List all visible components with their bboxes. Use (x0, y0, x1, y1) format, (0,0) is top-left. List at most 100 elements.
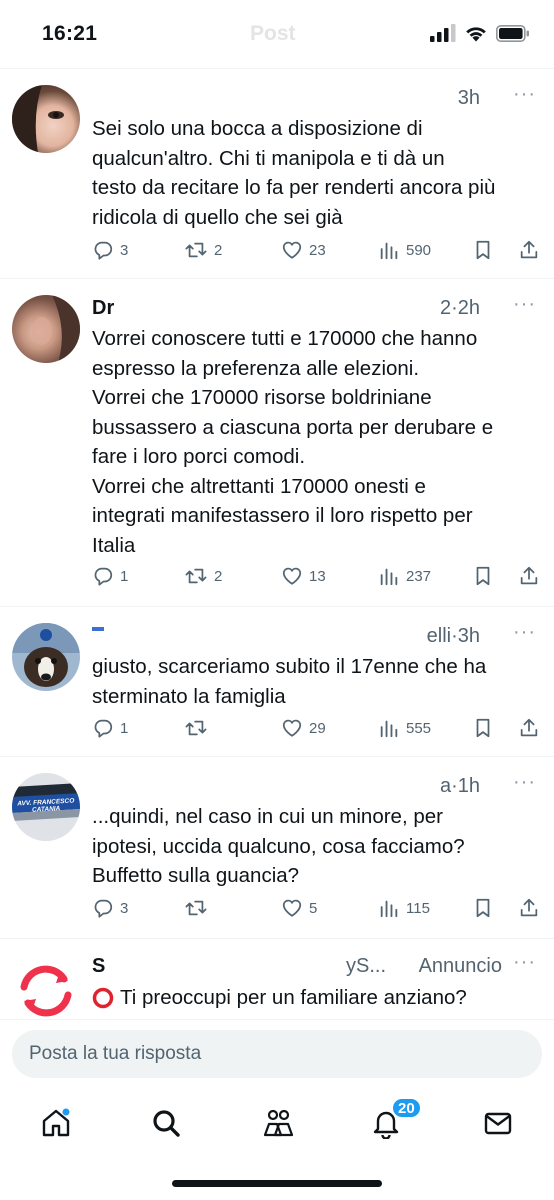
tab-search[interactable] (146, 1103, 186, 1143)
more-options-button[interactable]: ··· (513, 621, 536, 644)
messages-icon (484, 1112, 512, 1135)
tweet-text-line: Italia (92, 533, 136, 557)
share-icon (520, 898, 538, 917)
tweet-time[interactable]: 2·2h (440, 297, 480, 320)
more-options-button[interactable]: ··· (513, 951, 536, 974)
repost-button[interactable] (184, 897, 214, 919)
share-button[interactable] (518, 239, 540, 261)
reply-composer-bar: Posta la tua risposta (0, 1019, 554, 1089)
bookmark-icon (476, 718, 490, 738)
status-time: 16:21 (42, 22, 98, 45)
tweet-text[interactable]: Ti preoccupi per un familiare anziano? (92, 983, 536, 1013)
tweet-header: a·1h ··· (92, 771, 536, 801)
tweet-actions: 1 29 555 (92, 717, 538, 743)
views-button[interactable]: 590 (378, 239, 431, 261)
repost-button[interactable]: 2 (184, 565, 222, 587)
promoted-tweet[interactable]: S yS... Annuncio ··· Ti preoccupi per un… (0, 939, 554, 1019)
tweet-time[interactable]: 3h (458, 87, 480, 110)
author-name[interactable]: S (92, 955, 105, 978)
tab-messages[interactable] (478, 1103, 518, 1143)
tweet-time[interactable]: a·1h (440, 775, 480, 798)
share-icon (520, 240, 538, 259)
bookmark-button[interactable] (472, 717, 494, 739)
reply-tweet[interactable]: 3h ··· Sei solo una bocca a disposizione… (0, 69, 554, 279)
home-indicator[interactable] (172, 1180, 382, 1187)
search-icon (153, 1110, 180, 1137)
home-icon (42, 1108, 70, 1137)
repost-count: 2 (214, 567, 223, 585)
avatar[interactable] (12, 295, 80, 363)
more-options-button[interactable]: ··· (513, 293, 536, 316)
avatar[interactable]: AVV. FRANCESCO CATANIA (12, 773, 80, 841)
avatar[interactable] (12, 623, 80, 691)
like-button[interactable]: 23 (281, 239, 326, 261)
more-options-button[interactable]: ··· (513, 771, 536, 794)
redacted-name (92, 627, 104, 631)
tweet-header: S yS... Annuncio ··· (92, 951, 536, 981)
heart-icon (282, 719, 302, 737)
tweet-text-line: sterminato la famiglia (92, 684, 286, 708)
views-button[interactable]: 115 (378, 897, 430, 919)
author-handle[interactable]: yS... (346, 955, 386, 978)
views-button[interactable]: 555 (378, 717, 431, 739)
share-icon (520, 718, 538, 737)
tweet-text[interactable]: Sei solo una bocca a disposizione di qua… (92, 114, 536, 232)
reply-tweet[interactable]: elli·3h ··· giusto, scarceriamo subito i… (0, 607, 554, 757)
avatar-photo (32, 295, 80, 363)
tweet-text-line: ...quindi, nel caso in cui un minore, pe… (92, 805, 443, 828)
views-button[interactable]: 237 (378, 565, 431, 587)
tweet-text-line: ipotesi, uccida qualcuno, cosa facciamo? (92, 834, 465, 858)
tweet-header: Dr 2·2h ··· (92, 293, 536, 323)
reply-button[interactable]: 3 (92, 239, 128, 261)
tab-home[interactable] (36, 1103, 76, 1143)
header-title-ghost: Post (250, 22, 296, 45)
like-button[interactable]: 5 (281, 897, 317, 919)
reply-button[interactable]: 1 (92, 717, 128, 739)
avatar-photo (12, 85, 64, 153)
bookmark-button[interactable] (472, 897, 494, 919)
avatar[interactable] (12, 85, 80, 153)
views-icon (380, 720, 398, 738)
tweet-header: 3h ··· (92, 83, 536, 113)
repost-button[interactable]: 2 (184, 239, 222, 261)
more-options-button[interactable]: ··· (513, 83, 536, 106)
share-button[interactable] (518, 717, 540, 739)
ad-label: Annuncio (418, 955, 502, 977)
share-button[interactable] (518, 897, 540, 919)
tweet-text-line: fare i loro porci comodi. (92, 445, 306, 468)
reply-icon (94, 719, 113, 738)
bookmark-button[interactable] (472, 239, 494, 261)
reply-tweet[interactable]: Dr 2·2h ··· Vorrei conoscere tutti e 170… (0, 279, 554, 607)
tweet-text-line: Vorrei che 170000 risorse boldriniane (92, 386, 432, 409)
status-icons (430, 24, 530, 42)
author-name[interactable]: Dr (92, 297, 114, 320)
tweet-text[interactable]: giusto, scarceriamo subito il 17enne che… (92, 652, 536, 711)
reply-tweet[interactable]: AVV. FRANCESCO CATANIA a·1h ··· ...quind… (0, 757, 554, 939)
tweet-text[interactable]: Vorrei conoscere tutti e 170000 che hann… (92, 324, 536, 560)
tweet-text-line: Buffetto sulla guancia? (92, 864, 300, 887)
bookmark-button[interactable] (472, 565, 494, 587)
reply-icon (94, 241, 113, 260)
reply-input[interactable]: Posta la tua risposta (12, 1030, 542, 1078)
heart-icon (282, 241, 302, 259)
tweet-actions: 1 2 13 237 (92, 565, 538, 591)
red-circle-icon (92, 987, 114, 1008)
tab-communities[interactable] (258, 1103, 298, 1143)
tweet-text-line: integrati manifestassero il loro rispett… (92, 504, 473, 527)
advertiser-logo[interactable] (12, 957, 80, 1019)
view-count: 115 (406, 899, 430, 917)
reply-button[interactable]: 1 (92, 565, 128, 587)
replies-feed[interactable]: 3h ··· Sei solo una bocca a disposizione… (0, 69, 554, 1019)
like-button[interactable]: 29 (281, 717, 326, 739)
reply-button[interactable]: 3 (92, 897, 128, 919)
share-button[interactable] (518, 565, 540, 587)
like-button[interactable]: 13 (281, 565, 326, 587)
tweet-time[interactable]: elli·3h (427, 625, 480, 648)
tweet-text-line: espresso la preferenza alle elezioni. (92, 356, 420, 380)
repost-button[interactable] (184, 717, 214, 739)
tweet-text[interactable]: ...quindi, nel caso in cui un minore, pe… (92, 802, 536, 891)
like-count: 23 (309, 241, 326, 259)
battery-icon (496, 24, 529, 42)
tweet-text-line: testo da recitare lo fa per renderti anc… (92, 176, 496, 199)
like-count: 5 (309, 899, 318, 917)
